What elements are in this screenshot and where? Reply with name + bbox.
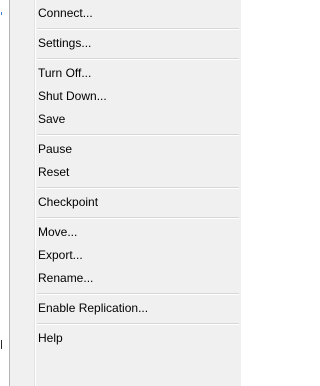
menu-item-export[interactable]: Export... bbox=[10, 244, 241, 267]
menu-item-turn-off[interactable]: Turn Off... bbox=[10, 62, 241, 85]
menu-separator bbox=[10, 290, 241, 297]
menu-item-save[interactable]: Save bbox=[10, 108, 241, 131]
menu-item-pause[interactable]: Pause bbox=[10, 138, 241, 161]
menu-item-rename[interactable]: Rename... bbox=[10, 267, 241, 290]
left-edge-mark bbox=[1, 340, 2, 349]
menu-separator bbox=[10, 184, 241, 191]
menu-item-help[interactable]: Help bbox=[10, 327, 241, 350]
menu-separator bbox=[10, 55, 241, 62]
menu-item-connect[interactable]: Connect... bbox=[10, 2, 241, 25]
menu-separator bbox=[10, 25, 241, 32]
menu-separator bbox=[10, 320, 241, 327]
left-edge-accent bbox=[1, 12, 2, 15]
menu-list: Connect... Settings... Turn Off... Shut … bbox=[10, 2, 241, 350]
menu-item-checkpoint[interactable]: Checkpoint bbox=[10, 191, 241, 214]
menu-separator bbox=[10, 131, 241, 138]
menu-item-settings[interactable]: Settings... bbox=[10, 32, 241, 55]
menu-item-move[interactable]: Move... bbox=[10, 221, 241, 244]
context-menu: Connect... Settings... Turn Off... Shut … bbox=[9, 0, 241, 386]
menu-separator bbox=[10, 214, 241, 221]
menu-item-enable-replication[interactable]: Enable Replication... bbox=[10, 297, 241, 320]
menu-item-shut-down[interactable]: Shut Down... bbox=[10, 85, 241, 108]
menu-item-reset[interactable]: Reset bbox=[10, 161, 241, 184]
